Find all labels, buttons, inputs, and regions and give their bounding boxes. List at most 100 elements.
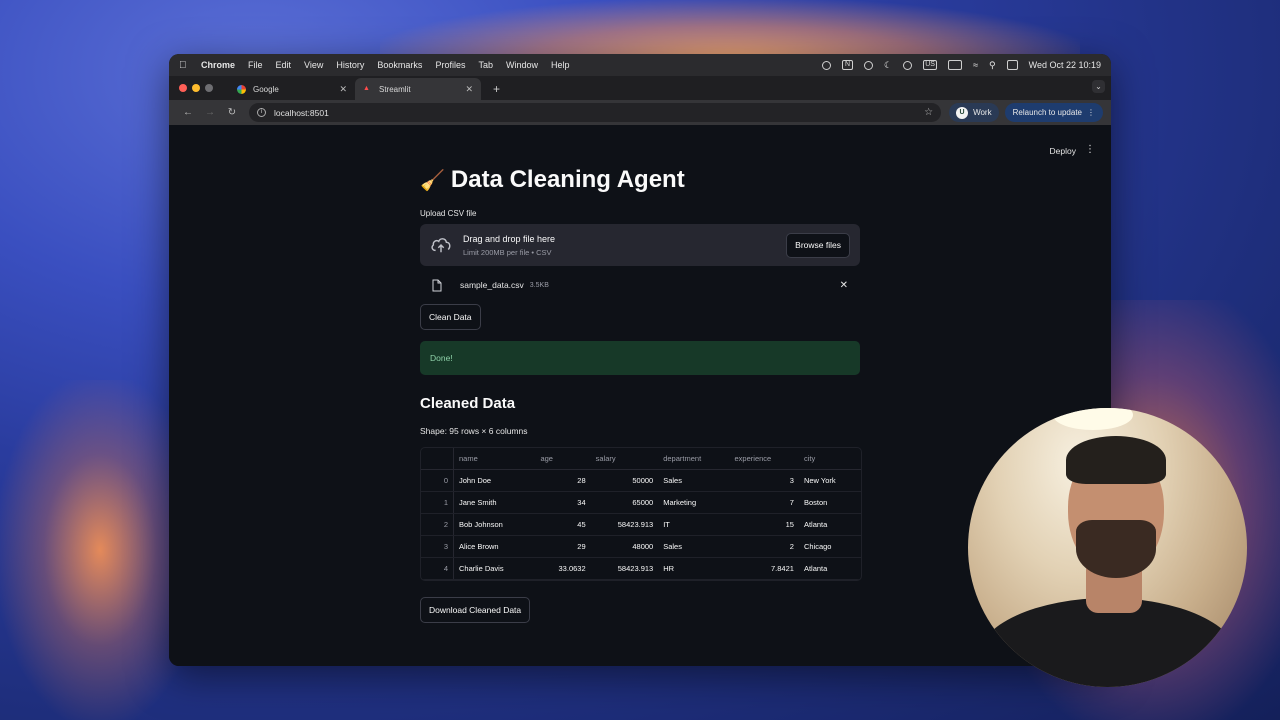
table-cell[interactable]: Boston (798, 491, 861, 514)
tab-google[interactable]: Google ✕ (229, 78, 355, 100)
play-icon[interactable] (903, 60, 913, 70)
column-header[interactable]: age (535, 448, 591, 470)
control-center-icon[interactable] (1006, 60, 1018, 70)
clock[interactable]: Wed Oct 22 10:19 (1029, 60, 1101, 70)
upload-label: Upload CSV file (420, 209, 477, 218)
table-cell[interactable]: 33.0632 (535, 557, 591, 580)
reload-icon[interactable]: ↻ (221, 107, 243, 118)
input-source-icon[interactable]: US (923, 60, 938, 70)
table-cell[interactable]: Bob Johnson (453, 513, 536, 536)
address-bar[interactable]: i localhost:8501 ☆ (249, 103, 942, 122)
table-cell[interactable]: Atlanta (798, 513, 861, 536)
table-cell[interactable]: 3 (729, 469, 799, 492)
minimize-window-icon[interactable] (192, 84, 200, 92)
table-cell[interactable]: HR (658, 557, 730, 580)
browse-files-button[interactable]: Browse files (786, 232, 850, 258)
url-text: localhost:8501 (274, 107, 329, 118)
column-header[interactable]: city (798, 448, 861, 470)
search-icon[interactable]: ⚲ (989, 60, 996, 71)
battery-icon[interactable] (948, 60, 963, 70)
profile-label: Work (973, 108, 992, 117)
close-tab-icon[interactable]: ✕ (465, 84, 473, 95)
row-index: 2 (421, 513, 454, 536)
status-area: N ☾ US ≈ ⚲ Wed Oct 22 10:19 (821, 60, 1101, 71)
remove-file-icon[interactable]: ✕ (840, 280, 848, 291)
menu-view[interactable]: View (304, 60, 323, 70)
relaunch-label: Relaunch to update (1012, 108, 1082, 117)
back-icon[interactable]: ← (177, 107, 199, 118)
menu-profiles[interactable]: Profiles (435, 60, 465, 70)
menu-history[interactable]: History (336, 60, 364, 70)
table-cell[interactable]: Marketing (658, 491, 730, 514)
main-menu-icon[interactable]: ⋮ (1085, 144, 1095, 155)
moon-icon[interactable]: ☾ (884, 60, 892, 71)
clean-data-button[interactable]: Clean Data (420, 304, 481, 330)
table-cell[interactable]: IT (658, 513, 730, 536)
menu-help[interactable]: Help (551, 60, 570, 70)
table-cell[interactable]: 29 (535, 535, 591, 558)
column-header[interactable]: department (658, 448, 730, 470)
menu-bookmarks[interactable]: Bookmarks (377, 60, 422, 70)
table-cell[interactable]: 58423.913 (590, 513, 659, 536)
close-tab-icon[interactable]: ✕ (339, 84, 347, 95)
table-cell[interactable]: Atlanta (798, 557, 861, 580)
file-dropzone[interactable]: Drag and drop file here Limit 200MB per … (420, 224, 860, 266)
table-cell[interactable]: 45 (535, 513, 591, 536)
table-cell[interactable]: 2 (729, 535, 799, 558)
column-header[interactable]: experience (729, 448, 799, 470)
table-cell[interactable]: 7 (729, 491, 799, 514)
menu-app-name[interactable]: Chrome (201, 60, 235, 70)
table-cell[interactable]: Jane Smith (453, 491, 536, 514)
cast-icon[interactable] (821, 60, 831, 70)
row-index: 1 (421, 491, 454, 514)
table-cell[interactable]: John Doe (453, 469, 536, 492)
table-cell[interactable]: 58423.913 (590, 557, 659, 580)
google-favicon-icon (237, 84, 246, 94)
deploy-button[interactable]: Deploy (1050, 146, 1076, 156)
notion-icon[interactable]: N (841, 60, 853, 70)
tab-streamlit[interactable]: ▲ Streamlit ✕ (355, 78, 481, 100)
tab-label: Streamlit (379, 84, 411, 94)
uploaded-file-row: sample_data.csv 3.5KB ✕ (420, 266, 860, 304)
table-cell[interactable]: Chicago (798, 535, 861, 558)
table-cell[interactable]: Sales (658, 469, 730, 492)
table-cell[interactable]: Sales (658, 535, 730, 558)
profile-button[interactable]: U Work (949, 103, 999, 122)
table-cell[interactable]: 50000 (590, 469, 659, 492)
window-controls (179, 76, 213, 100)
table-cell[interactable]: 28 (535, 469, 591, 492)
link-icon[interactable] (863, 60, 873, 70)
menu-file[interactable]: File (248, 60, 263, 70)
table-cell[interactable]: 7.8421 (729, 557, 799, 580)
presenter-hair (1066, 436, 1166, 484)
tab-label: Google (253, 84, 279, 94)
table-cell[interactable]: 65000 (590, 491, 659, 514)
column-header[interactable]: name (453, 448, 536, 470)
table-row: 4 Charlie Davis 33.0632 58423.913 HR 7.8… (421, 557, 861, 580)
table-cell[interactable]: 15 (729, 513, 799, 536)
tab-search-icon[interactable]: ⌄ (1092, 80, 1105, 93)
table-row: 3 Alice Brown 29 48000 Sales 2 Chicago (421, 535, 861, 558)
table-cell[interactable]: Alice Brown (453, 535, 536, 558)
relaunch-button[interactable]: Relaunch to update ⋮ (1004, 103, 1103, 122)
table-cell[interactable]: 48000 (590, 535, 659, 558)
menu-tab[interactable]: Tab (478, 60, 493, 70)
table-cell[interactable]: New York (798, 469, 861, 492)
dataframe[interactable]: name age salary department experience ci… (420, 447, 862, 581)
close-window-icon[interactable] (179, 84, 187, 92)
menu-edit[interactable]: Edit (276, 60, 292, 70)
table-cell[interactable]: 34 (535, 491, 591, 514)
zoom-window-icon[interactable] (205, 84, 213, 92)
cleaned-data-heading: Cleaned Data (420, 395, 516, 412)
table-cell[interactable]: Charlie Davis (453, 557, 536, 580)
new-tab-icon[interactable]: + (493, 78, 500, 100)
success-alert: Done! (420, 341, 860, 375)
wifi-icon[interactable]: ≈ (973, 60, 978, 70)
bookmark-star-icon[interactable]: ☆ (924, 107, 933, 118)
forward-icon[interactable]: → (199, 107, 221, 118)
site-info-icon[interactable]: i (257, 108, 266, 117)
menu-window[interactable]: Window (506, 60, 538, 70)
column-header[interactable]: salary (590, 448, 659, 470)
apple-icon[interactable]:  (179, 60, 189, 71)
download-cleaned-data-button[interactable]: Download Cleaned Data (420, 597, 531, 623)
